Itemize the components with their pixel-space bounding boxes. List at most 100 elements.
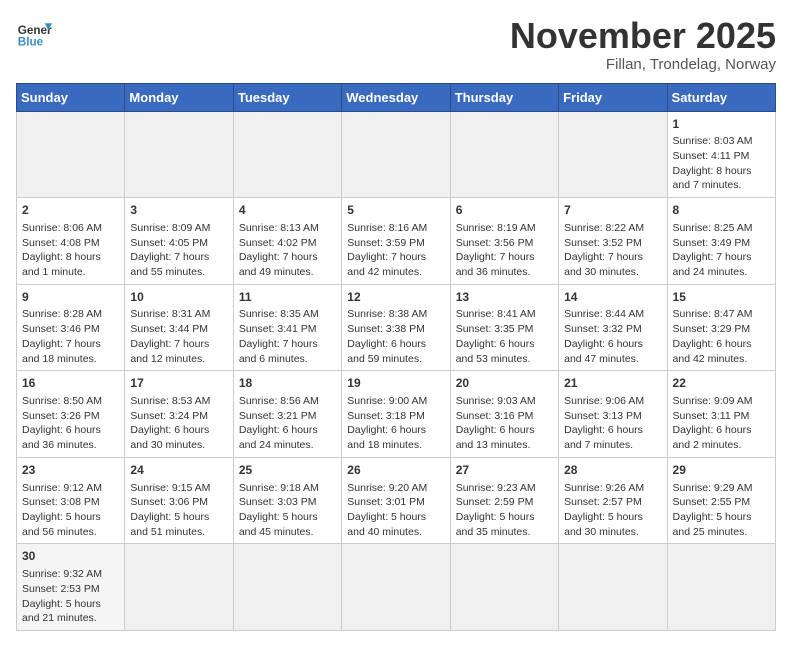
day-number: 25 <box>239 462 336 479</box>
day-number: 10 <box>130 289 227 306</box>
calendar-cell: 11Sunrise: 8:35 AM Sunset: 3:41 PM Dayli… <box>233 284 341 371</box>
day-info: Sunrise: 9:00 AM Sunset: 3:18 PM Dayligh… <box>347 394 444 453</box>
calendar-cell: 10Sunrise: 8:31 AM Sunset: 3:44 PM Dayli… <box>125 284 233 371</box>
logo: General Blue <box>16 16 52 52</box>
calendar-cell: 24Sunrise: 9:15 AM Sunset: 3:06 PM Dayli… <box>125 457 233 544</box>
calendar-cell: 9Sunrise: 8:28 AM Sunset: 3:46 PM Daylig… <box>17 284 125 371</box>
day-info: Sunrise: 9:18 AM Sunset: 3:03 PM Dayligh… <box>239 481 336 540</box>
calendar-cell: 21 Sunrise: 9:06 AM Sunset: 3:13 PM Dayli… <box>559 371 667 458</box>
calendar-cell <box>342 544 450 631</box>
weekday-header-wednesday: Wednesday <box>342 83 450 111</box>
day-info: Sunrise: 8:19 AM Sunset: 3:56 PM Dayligh… <box>456 221 553 280</box>
day-info: Sunrise: 9:32 AM Sunset: 2:53 PM Dayligh… <box>22 567 119 626</box>
calendar-cell: 22Sunrise: 9:09 AM Sunset: 3:11 PM Dayli… <box>667 371 775 458</box>
weekday-header-sunday: Sunday <box>17 83 125 111</box>
day-info: Sunrise: 8:35 AM Sunset: 3:41 PM Dayligh… <box>239 307 336 366</box>
day-info: Sunrise: 8:31 AM Sunset: 3:44 PM Dayligh… <box>130 307 227 366</box>
day-info: Sunrise: 9:12 AM Sunset: 3:08 PM Dayligh… <box>22 481 119 540</box>
day-number: 14 <box>564 289 661 306</box>
day-info: Sunrise: 8:13 AM Sunset: 4:02 PM Dayligh… <box>239 221 336 280</box>
day-number: 30 <box>22 548 119 565</box>
calendar-cell: 23 Sunrise: 9:12 AM Sunset: 3:08 PM Dayli… <box>17 457 125 544</box>
day-number: 29 <box>673 462 770 479</box>
calendar-cell: 19 Sunrise: 9:00 AM Sunset: 3:18 PM Dayli… <box>342 371 450 458</box>
day-info: Sunrise: 8:56 AM Sunset: 3:21 PM Dayligh… <box>239 394 336 453</box>
day-number: 26 <box>347 462 444 479</box>
calendar-cell: 18 Sunrise: 8:56 AM Sunset: 3:21 PM Dayli… <box>233 371 341 458</box>
weekday-header-tuesday: Tuesday <box>233 83 341 111</box>
weekday-header-saturday: Saturday <box>667 83 775 111</box>
day-info: Sunrise: 8:22 AM Sunset: 3:52 PM Dayligh… <box>564 221 661 280</box>
weekday-header-thursday: Thursday <box>450 83 558 111</box>
calendar-cell: 20Sunrise: 9:03 AM Sunset: 3:16 PM Dayli… <box>450 371 558 458</box>
day-info: Sunrise: 8:16 AM Sunset: 3:59 PM Dayligh… <box>347 221 444 280</box>
day-number: 12 <box>347 289 444 306</box>
day-number: 18 <box>239 375 336 392</box>
calendar-cell: 13Sunrise: 8:41 AM Sunset: 3:35 PM Dayli… <box>450 284 558 371</box>
calendar-week-row: 1Sunrise: 8:03 AM Sunset: 4:11 PM Daylig… <box>17 111 776 198</box>
calendar-cell: 25 Sunrise: 9:18 AM Sunset: 3:03 PM Dayli… <box>233 457 341 544</box>
calendar-cell <box>559 111 667 198</box>
day-number: 4 <box>239 202 336 219</box>
day-info: Sunrise: 9:06 AM Sunset: 3:13 PM Dayligh… <box>564 394 661 453</box>
day-number: 23 <box>22 462 119 479</box>
day-info: Sunrise: 8:06 AM Sunset: 4:08 PM Dayligh… <box>22 221 119 280</box>
day-info: Sunrise: 9:20 AM Sunset: 3:01 PM Dayligh… <box>347 481 444 540</box>
calendar-cell: 3Sunrise: 8:09 AM Sunset: 4:05 PM Daylig… <box>125 198 233 285</box>
day-number: 19 <box>347 375 444 392</box>
calendar-cell <box>450 111 558 198</box>
calendar-cell <box>450 544 558 631</box>
day-number: 1 <box>673 116 770 133</box>
day-number: 3 <box>130 202 227 219</box>
weekday-header-friday: Friday <box>559 83 667 111</box>
day-info: Sunrise: 9:09 AM Sunset: 3:11 PM Dayligh… <box>673 394 770 453</box>
day-number: 5 <box>347 202 444 219</box>
day-number: 9 <box>22 289 119 306</box>
day-info: Sunrise: 8:41 AM Sunset: 3:35 PM Dayligh… <box>456 307 553 366</box>
day-number: 28 <box>564 462 661 479</box>
day-number: 21 <box>564 375 661 392</box>
calendar-cell <box>17 111 125 198</box>
calendar-cell <box>667 544 775 631</box>
calendar-cell: 1Sunrise: 8:03 AM Sunset: 4:11 PM Daylig… <box>667 111 775 198</box>
svg-text:Blue: Blue <box>18 36 44 49</box>
calendar-cell <box>233 111 341 198</box>
day-info: Sunrise: 9:03 AM Sunset: 3:16 PM Dayligh… <box>456 394 553 453</box>
title-area: November 2025 Fillan, Trondelag, Norway <box>510 16 776 73</box>
day-info: Sunrise: 8:25 AM Sunset: 3:49 PM Dayligh… <box>673 221 770 280</box>
calendar-title: November 2025 <box>510 16 776 56</box>
calendar-week-row: 30 Sunrise: 9:32 AM Sunset: 2:53 PM Dayli… <box>17 544 776 631</box>
calendar-cell: 29Sunrise: 9:29 AM Sunset: 2:55 PM Dayli… <box>667 457 775 544</box>
calendar-cell: 6 Sunrise: 8:19 AM Sunset: 3:56 PM Daylig… <box>450 198 558 285</box>
calendar-cell: 7 Sunrise: 8:22 AM Sunset: 3:52 PM Daylig… <box>559 198 667 285</box>
day-number: 11 <box>239 289 336 306</box>
calendar-week-row: 9Sunrise: 8:28 AM Sunset: 3:46 PM Daylig… <box>17 284 776 371</box>
page-header: General Blue November 2025 Fillan, Trond… <box>16 16 776 73</box>
weekday-header-monday: Monday <box>125 83 233 111</box>
day-info: Sunrise: 8:03 AM Sunset: 4:11 PM Dayligh… <box>673 134 770 193</box>
day-number: 2 <box>22 202 119 219</box>
day-number: 6 <box>456 202 553 219</box>
calendar-cell <box>233 544 341 631</box>
day-number: 13 <box>456 289 553 306</box>
day-info: Sunrise: 8:44 AM Sunset: 3:32 PM Dayligh… <box>564 307 661 366</box>
day-info: Sunrise: 8:38 AM Sunset: 3:38 PM Dayligh… <box>347 307 444 366</box>
calendar-cell <box>125 111 233 198</box>
day-number: 15 <box>673 289 770 306</box>
calendar-cell <box>342 111 450 198</box>
calendar-cell <box>125 544 233 631</box>
day-info: Sunrise: 8:47 AM Sunset: 3:29 PM Dayligh… <box>673 307 770 366</box>
weekday-header-row: SundayMondayTuesdayWednesdayThursdayFrid… <box>17 83 776 111</box>
day-number: 7 <box>564 202 661 219</box>
calendar-cell: 26 Sunrise: 9:20 AM Sunset: 3:01 PM Dayli… <box>342 457 450 544</box>
calendar-cell: 15Sunrise: 8:47 AM Sunset: 3:29 PM Dayli… <box>667 284 775 371</box>
day-number: 17 <box>130 375 227 392</box>
logo-icon: General Blue <box>16 16 52 52</box>
day-number: 27 <box>456 462 553 479</box>
calendar-cell: 17 Sunrise: 8:53 AM Sunset: 3:24 PM Dayli… <box>125 371 233 458</box>
day-info: Sunrise: 8:53 AM Sunset: 3:24 PM Dayligh… <box>130 394 227 453</box>
calendar-table: SundayMondayTuesdayWednesdayThursdayFrid… <box>16 83 776 631</box>
calendar-subtitle: Fillan, Trondelag, Norway <box>510 56 776 73</box>
calendar-cell <box>559 544 667 631</box>
calendar-week-row: 16Sunrise: 8:50 AM Sunset: 3:26 PM Dayli… <box>17 371 776 458</box>
